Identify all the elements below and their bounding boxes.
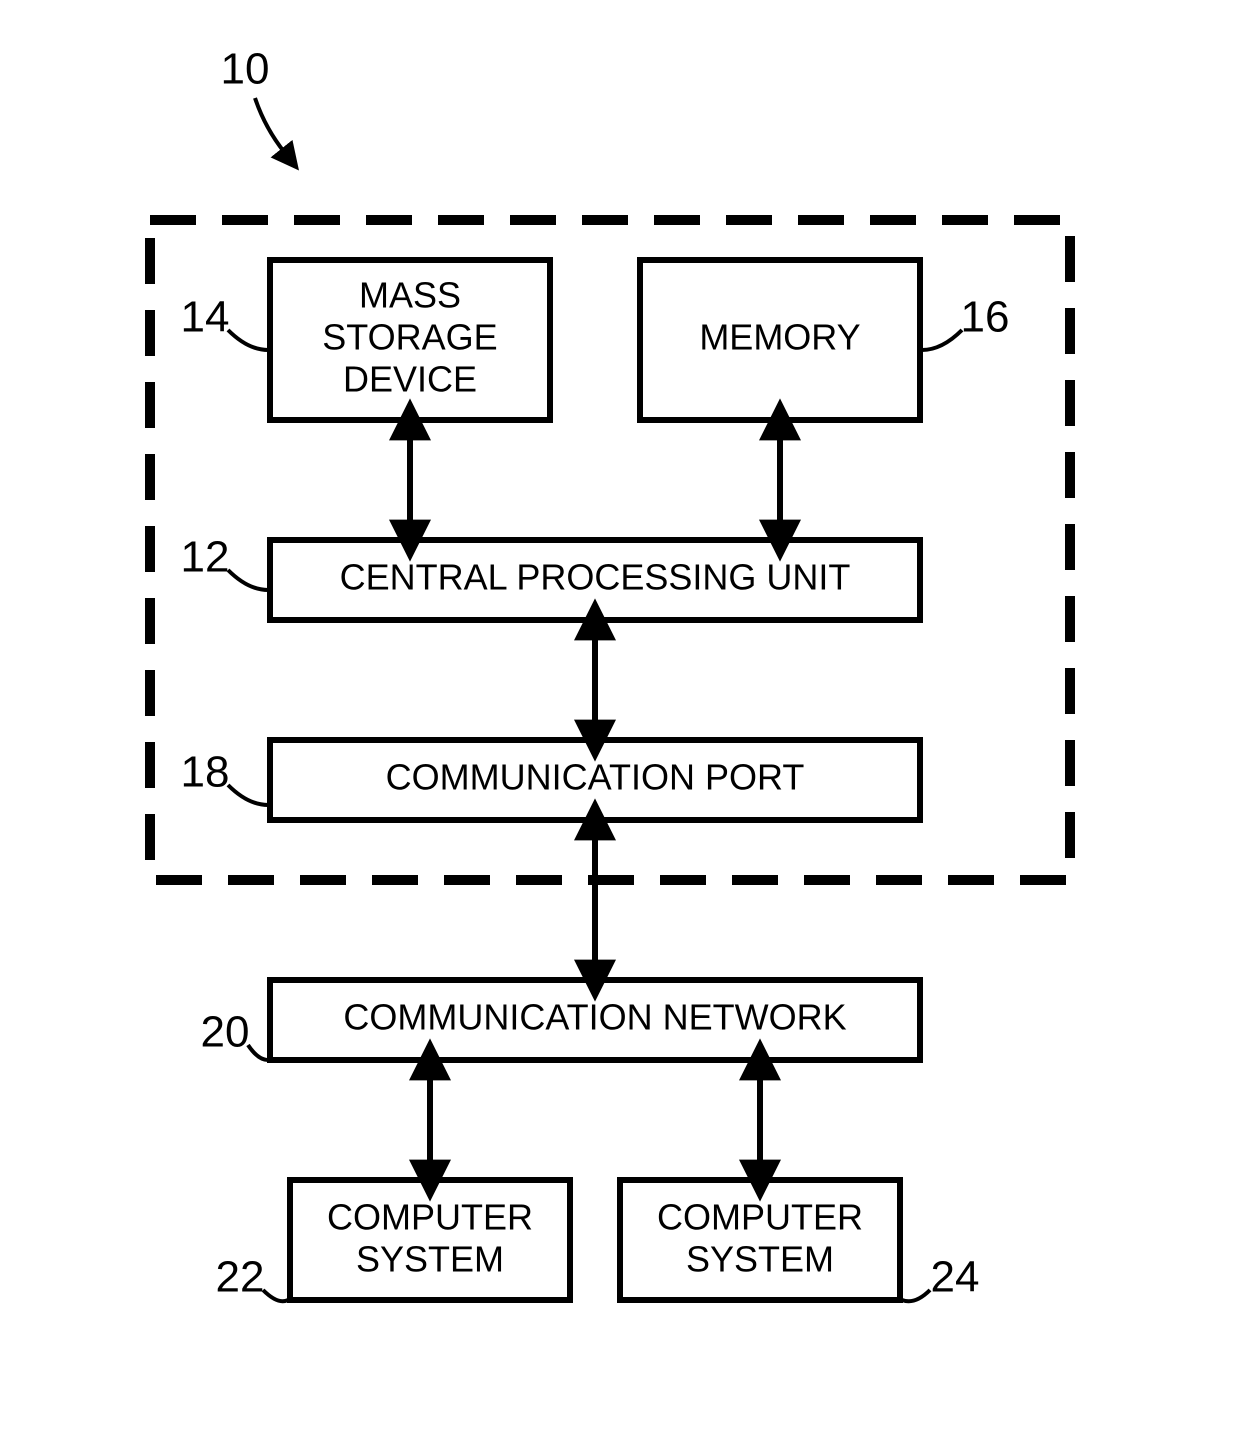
- ref-18: 18: [181, 748, 230, 797]
- block-comm-network: COMMUNICATION NETWORK: [270, 980, 920, 1060]
- lead-12: [228, 570, 268, 590]
- comm-net-label: COMMUNICATION NETWORK: [343, 997, 846, 1038]
- block-comm-port: COMMUNICATION PORT: [270, 740, 920, 820]
- block-computer-system-left: COMPUTER SYSTEM: [290, 1180, 570, 1300]
- compsys-l-label-2: SYSTEM: [356, 1239, 504, 1280]
- ref-22: 22: [216, 1253, 265, 1302]
- ref-12: 12: [181, 533, 230, 582]
- block-computer-system-right: COMPUTER SYSTEM: [620, 1180, 900, 1300]
- ref-16: 16: [961, 293, 1010, 342]
- figure-ref-lead: [255, 98, 285, 153]
- lead-16: [922, 330, 962, 350]
- ref-14: 14: [181, 293, 230, 342]
- compsys-r-label-1: COMPUTER: [657, 1197, 863, 1238]
- system-block-diagram: 10 MASS STORAGE DEVICE 14 MEMORY 16 CENT…: [0, 0, 1240, 1439]
- block-memory: MEMORY: [640, 260, 920, 420]
- memory-label: MEMORY: [699, 317, 860, 358]
- compsys-r-label-2: SYSTEM: [686, 1239, 834, 1280]
- lead-14: [228, 330, 268, 350]
- comm-port-label: COMMUNICATION PORT: [386, 757, 805, 798]
- lead-24: [902, 1290, 930, 1301]
- mass-storage-label-1: MASS: [359, 275, 461, 316]
- lead-18: [228, 785, 268, 805]
- lead-22: [263, 1290, 288, 1301]
- compsys-l-label-1: COMPUTER: [327, 1197, 533, 1238]
- block-cpu: CENTRAL PROCESSING UNIT: [270, 540, 920, 620]
- cpu-label: CENTRAL PROCESSING UNIT: [340, 557, 851, 598]
- mass-storage-label-3: DEVICE: [343, 359, 477, 400]
- block-mass-storage: MASS STORAGE DEVICE: [270, 260, 550, 420]
- ref-24: 24: [931, 1253, 980, 1302]
- ref-20: 20: [201, 1008, 250, 1057]
- mass-storage-label-2: STORAGE: [322, 317, 497, 358]
- lead-20: [248, 1045, 268, 1060]
- figure-ref-label: 10: [221, 45, 270, 94]
